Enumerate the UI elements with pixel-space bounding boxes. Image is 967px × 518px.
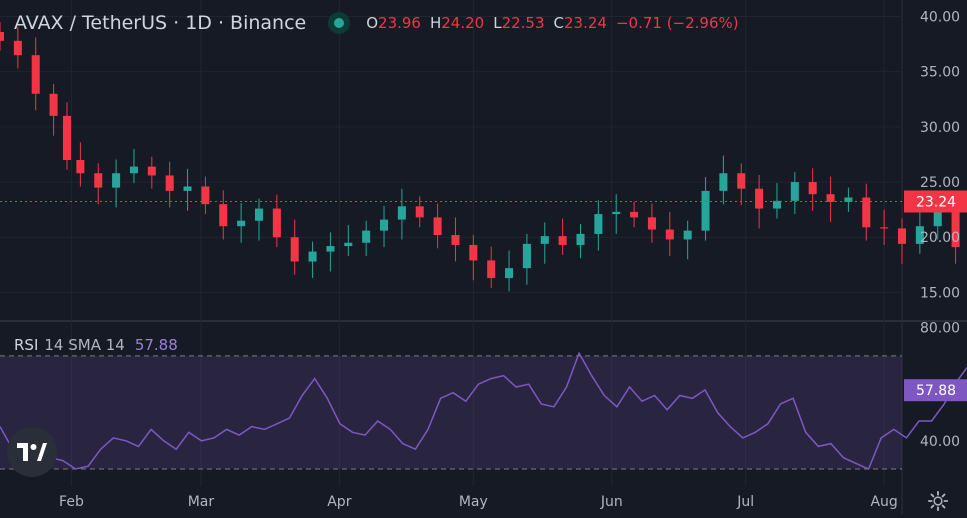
low-value: L22.53 [493, 14, 545, 32]
candle [790, 182, 799, 201]
candle [665, 229, 674, 240]
candle [487, 260, 496, 279]
close-value: C23.24 [553, 14, 607, 32]
candle [558, 236, 567, 245]
tradingview-logo-icon[interactable] [7, 427, 57, 477]
change-value: −0.71 (−2.96%) [615, 14, 739, 32]
y-tick-label: 15.00 [920, 285, 960, 301]
candle [397, 206, 406, 220]
candle [630, 211, 639, 218]
candle [576, 233, 585, 245]
rsi-legend[interactable]: RSI 14 SMA 14 57.88 [14, 336, 178, 354]
candle [415, 206, 424, 218]
candle [505, 268, 514, 279]
candle [62, 115, 71, 160]
candle [683, 230, 692, 240]
market-status-icon[interactable] [328, 12, 351, 34]
y-tick-label: 35.00 [920, 65, 960, 81]
candle [880, 227, 889, 229]
candle [380, 219, 389, 231]
market-open-dot [334, 18, 345, 28]
candle [433, 217, 442, 236]
high-value: H24.20 [429, 14, 485, 32]
candle [31, 55, 40, 94]
candle [49, 93, 58, 116]
chart-canvas[interactable]: Feb Mar Apr May Jun Jul Aug 15.00 20.00 25.00 30.0… [0, 0, 967, 514]
candle [112, 173, 121, 188]
candle [308, 251, 317, 262]
candle [183, 186, 192, 191]
candle [0, 32, 5, 41]
x-tick-label: Jul [736, 494, 754, 510]
x-tick-label: Jun [600, 494, 623, 510]
candle [594, 214, 603, 234]
x-tick-label: Apr [327, 494, 351, 510]
candle [76, 160, 85, 174]
y-tick-label: 30.00 [920, 120, 960, 136]
rsi-legend-value: 57.88 [134, 336, 178, 354]
candle [737, 173, 746, 189]
candle [344, 242, 353, 247]
candle [755, 188, 764, 209]
candle [219, 204, 228, 227]
rsi-title: RSI [14, 336, 39, 354]
candle [326, 246, 335, 252]
candle [719, 173, 728, 191]
candle [612, 211, 621, 215]
rsi-tick-label: 80.00 [920, 321, 960, 337]
rsi-value-label: 57.88 [916, 383, 956, 399]
x-tick-label: Aug [870, 494, 897, 510]
candle [94, 173, 103, 188]
rsi-band [0, 355, 902, 470]
candle [290, 237, 299, 262]
candle [522, 243, 531, 269]
candle [451, 235, 460, 245]
candle [540, 236, 549, 244]
candle [469, 244, 478, 261]
settings-gear-icon[interactable] [927, 490, 949, 512]
candle [647, 217, 656, 230]
symbol-title[interactable]: AVAX / TetherUS · 1D · Binance [14, 12, 306, 34]
candle [933, 210, 942, 227]
y-tick-label: 20.00 [920, 230, 960, 246]
symbol-header: AVAX / TetherUS · 1D · Binance O23.96 H2… [14, 9, 739, 37]
x-tick-label: May [459, 494, 488, 510]
x-tick-label: Mar [188, 494, 215, 510]
x-tick-label: Feb [59, 494, 84, 510]
y-tick-label: 40.00 [920, 10, 960, 26]
candle [701, 190, 710, 231]
candle [808, 182, 817, 195]
y-tick-label: 25.00 [920, 175, 960, 191]
open-value: O23.96 [366, 14, 421, 32]
candle [165, 175, 174, 191]
candles [0, 22, 960, 292]
candle [147, 166, 156, 176]
chart-root: Feb Mar Apr May Jun Jul Aug 15.00 20.00 25.00 30.0… [0, 0, 967, 514]
candle [362, 230, 371, 243]
candle [897, 228, 907, 244]
last-price-label: 23.24 [916, 194, 956, 210]
candle [826, 194, 835, 202]
candle [13, 40, 22, 56]
candle [272, 208, 281, 238]
candle [254, 208, 264, 221]
rsi-params: 14 SMA 14 [44, 336, 125, 354]
rsi-tick-label: 40.00 [920, 434, 960, 450]
candle [129, 166, 138, 174]
candle [237, 220, 246, 227]
